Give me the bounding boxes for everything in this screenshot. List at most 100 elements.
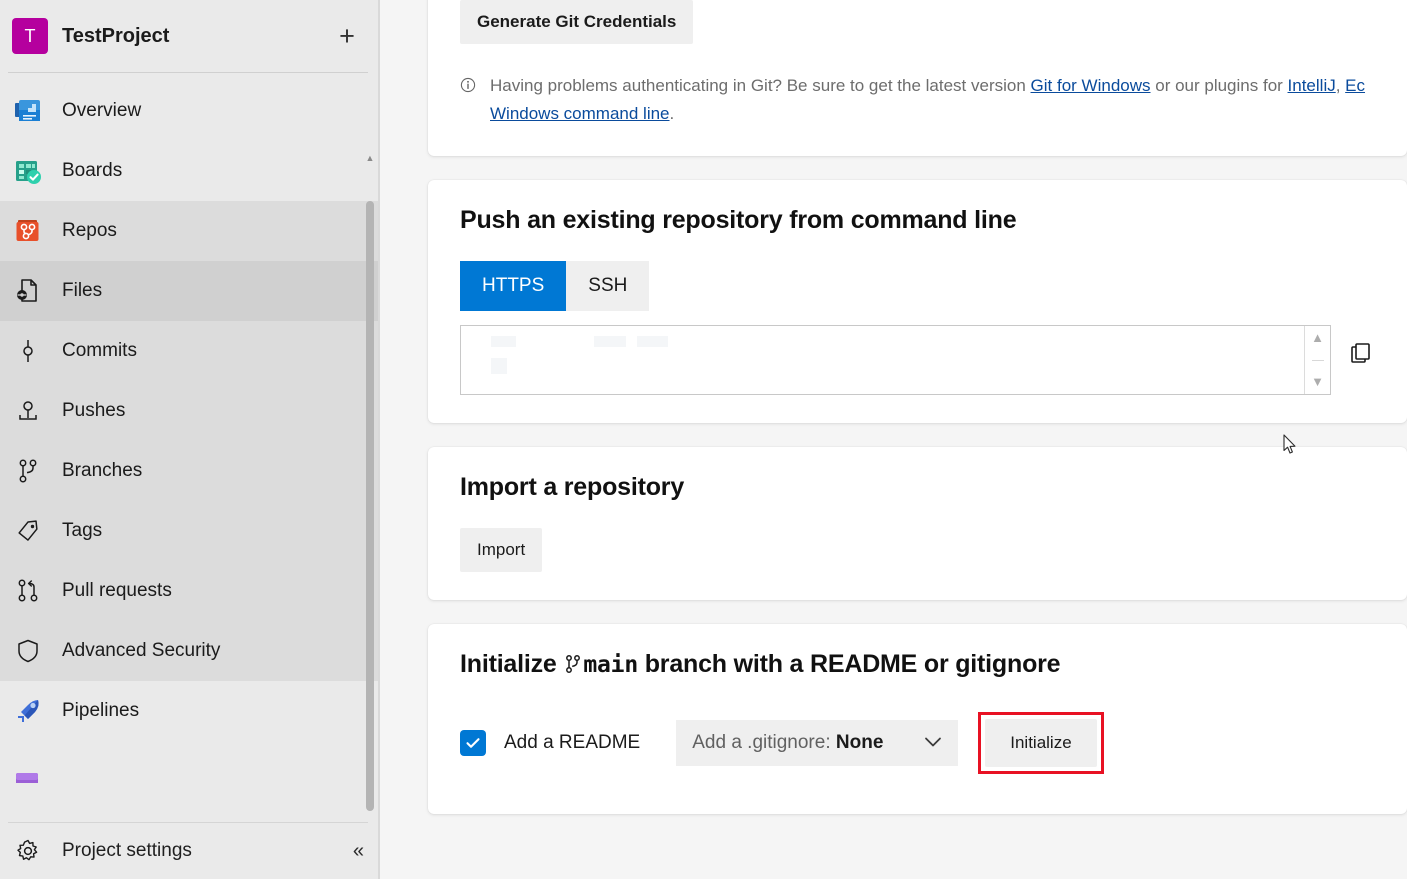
gitignore-dropdown-text: Add a .gitignore: None — [692, 732, 883, 754]
overview-icon — [12, 95, 44, 127]
initialize-controls-row: Add a README Add a .gitignore: None Init… — [460, 712, 1375, 774]
add-readme-checkbox[interactable]: Add a README — [460, 730, 640, 756]
sidebar-item-label: Commits — [62, 340, 137, 362]
branch-name: main — [583, 652, 638, 678]
push-command-code-box[interactable]: ▲ ▼ — [460, 325, 1331, 395]
pushes-icon — [12, 395, 44, 427]
sidebar-item-overview[interactable]: Overview — [0, 81, 380, 141]
sidebar-footer-label: Project settings — [62, 840, 335, 862]
sidebar-item-label: Branches — [62, 460, 142, 482]
initialize-button-highlight: Initialize — [978, 712, 1103, 774]
sidebar-item-files[interactable]: Files — [0, 261, 380, 321]
shield-icon — [12, 635, 44, 667]
windows-command-line-link[interactable]: Windows command line — [490, 104, 670, 123]
app-root: T TestProject + — [0, 0, 1407, 879]
collapse-sidebar-icon[interactable]: « — [353, 840, 364, 863]
repos-icon — [12, 215, 44, 247]
pipelines-icon — [12, 695, 44, 727]
project-sidebar: T TestProject + — [0, 0, 380, 879]
tab-ssh[interactable]: SSH — [566, 261, 649, 311]
project-header: T TestProject + — [0, 0, 380, 72]
sidebar-item-partial[interactable] — [0, 741, 380, 783]
sidebar-scrollbar[interactable]: ▲ ▼ — [362, 153, 378, 822]
sidebar-item-repos[interactable]: Repos — [0, 201, 380, 261]
chevron-down-icon[interactable] — [924, 735, 942, 752]
commits-icon — [12, 335, 44, 367]
sidebar-item-branches[interactable]: Branches — [0, 441, 380, 501]
files-icon — [12, 275, 44, 307]
generate-git-credentials-button[interactable]: Generate Git Credentials — [460, 0, 693, 44]
initialize-card-title: Initialize main branch with a README or … — [460, 650, 1375, 682]
sidebar-item-label: Advanced Security — [62, 640, 220, 662]
new-item-plus-icon[interactable]: + — [332, 21, 362, 51]
branch-icon — [563, 653, 583, 682]
scroll-down-arrow-icon[interactable]: ▼ — [1311, 376, 1324, 388]
import-button[interactable]: Import — [460, 528, 542, 572]
project-avatar: T — [12, 18, 48, 54]
git-auth-info: Having problems authenticating in Git? B… — [460, 72, 1375, 128]
test-plans-icon — [12, 769, 44, 783]
gitignore-dropdown[interactable]: Add a .gitignore: None — [676, 720, 958, 766]
add-readme-label: Add a README — [504, 732, 640, 754]
sidebar-item-pushes[interactable]: Pushes — [0, 381, 380, 441]
sidebar-item-label: Tags — [62, 520, 102, 542]
sidebar-item-pull-requests[interactable]: Pull requests — [0, 561, 380, 621]
code-skeleton-block — [637, 336, 668, 347]
code-skeleton-block — [491, 358, 507, 374]
checkbox-checked-icon[interactable] — [460, 730, 486, 756]
info-line2: Windows command line. — [490, 100, 1365, 128]
sidebar-item-label: Files — [62, 280, 102, 302]
sidebar-nav-list: Overview — [0, 73, 380, 783]
sidebar-item-tags[interactable]: Tags — [0, 501, 380, 561]
copy-icon[interactable] — [1347, 339, 1375, 367]
initialize-branch-card: Initialize main branch with a README or … — [428, 624, 1407, 814]
gitignore-dropdown-value: None — [836, 732, 884, 753]
initialize-title-prefix: Initialize — [460, 650, 563, 678]
pull-requests-icon — [12, 575, 44, 607]
info-line1-mid: or our plugins for — [1151, 76, 1288, 95]
tab-https[interactable]: HTTPS — [460, 261, 566, 311]
sidebar-item-label: Pull requests — [62, 580, 172, 602]
info-line1-sep: , — [1336, 76, 1345, 95]
sidebar-nav-scroll: Overview — [0, 73, 380, 822]
sidebar-item-boards[interactable]: Boards — [0, 141, 380, 201]
eclipse-link[interactable]: Ec — [1345, 76, 1365, 95]
sidebar-item-label: Pushes — [62, 400, 125, 422]
code-scroll-divider — [1312, 360, 1324, 361]
info-line2-suffix: . — [670, 104, 675, 123]
main-content: Generate Git Credentials Having problems… — [380, 0, 1407, 879]
git-for-windows-link[interactable]: Git for Windows — [1031, 76, 1151, 95]
scroll-up-arrow-icon[interactable]: ▲ — [366, 153, 375, 163]
git-auth-info-text: Having problems authenticating in Git? B… — [490, 72, 1365, 128]
import-card-title: Import a repository — [460, 473, 1375, 502]
push-existing-repo-card: Push an existing repository from command… — [428, 180, 1407, 423]
project-name: TestProject — [62, 25, 318, 48]
code-box-scrollbar[interactable]: ▲ ▼ — [1304, 326, 1330, 394]
sidebar-scroll-thumb[interactable] — [366, 201, 374, 811]
sidebar-item-label: Overview — [62, 100, 141, 122]
sidebar-item-label: Repos — [62, 220, 117, 242]
protocol-pivot: HTTPS SSH — [460, 261, 1375, 311]
sidebar-item-pipelines[interactable]: Pipelines — [0, 681, 380, 741]
git-credentials-card: Generate Git Credentials Having problems… — [428, 0, 1407, 156]
sidebar-item-advanced-security[interactable]: Advanced Security — [0, 621, 380, 681]
sidebar-item-label: Pipelines — [62, 700, 139, 722]
branches-icon — [12, 455, 44, 487]
code-skeleton-block — [594, 336, 626, 347]
scroll-up-arrow-icon[interactable]: ▲ — [1311, 332, 1324, 344]
push-command-row: ▲ ▼ — [460, 325, 1375, 395]
initialize-title-suffix: branch with a README or gitignore — [638, 650, 1060, 678]
push-card-title: Push an existing repository from command… — [460, 206, 1375, 235]
gear-icon — [12, 835, 44, 867]
import-repository-card: Import a repository Import — [428, 447, 1407, 600]
info-icon — [460, 77, 476, 128]
sidebar-item-commits[interactable]: Commits — [0, 321, 380, 381]
code-skeleton-block — [491, 336, 516, 347]
sidebar-scroll-track[interactable] — [362, 163, 378, 822]
info-line1-prefix: Having problems authenticating in Git? B… — [490, 76, 1031, 95]
boards-icon — [12, 155, 44, 187]
intellij-link[interactable]: IntelliJ — [1288, 76, 1336, 95]
sidebar-item-label: Boards — [62, 160, 122, 182]
initialize-button[interactable]: Initialize — [985, 719, 1096, 767]
sidebar-item-project-settings[interactable]: Project settings « — [0, 823, 380, 879]
